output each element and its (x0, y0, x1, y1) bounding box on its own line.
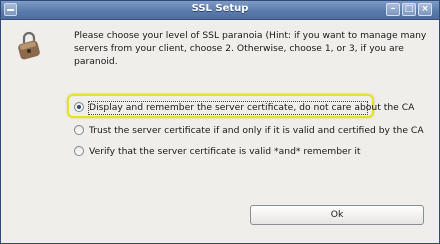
window-title: SSL Setup (191, 3, 249, 14)
focus-indicator (88, 101, 368, 115)
radio-option-label: Verify that the server certificate is va… (89, 146, 361, 157)
title-bar[interactable]: SSL Setup – □ × (1, 1, 439, 20)
minimize-icon[interactable]: – (386, 3, 400, 16)
ssl-setup-dialog: SSL Setup – □ × Please choose your level… (0, 0, 440, 244)
instruction-text: Please choose your level of SSL paranoia… (74, 30, 427, 67)
maximize-icon[interactable]: □ (402, 3, 416, 16)
close-icon[interactable]: × (418, 3, 432, 16)
padlock-icon (18, 31, 40, 60)
radio-option-label: Trust the server certificate if and only… (89, 125, 424, 136)
radio-button[interactable] (74, 125, 84, 135)
radio-button[interactable] (74, 146, 84, 156)
radio-button-selected[interactable] (74, 102, 84, 112)
ok-button[interactable]: Ok (250, 205, 424, 225)
